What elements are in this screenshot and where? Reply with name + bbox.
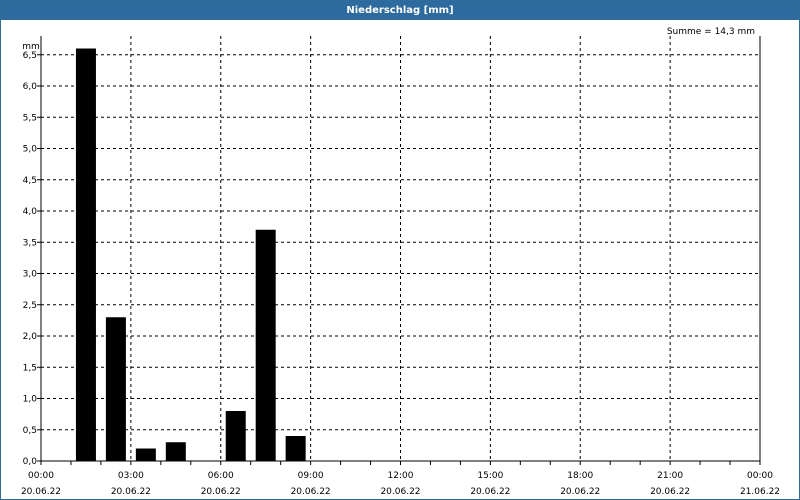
x-tick-time-label: 12:00 — [388, 471, 414, 481]
y-tick-label: 1,5 — [23, 363, 37, 373]
y-tick-label: 2,5 — [23, 301, 37, 311]
x-tick-date-label: 20.06.22 — [291, 487, 331, 497]
y-tick-label: 5,0 — [23, 145, 38, 155]
y-tick-label: 4,5 — [23, 176, 37, 186]
x-tick-time-label: 21:00 — [657, 471, 683, 481]
precipitation-bar — [135, 448, 156, 461]
precipitation-bar — [255, 229, 276, 461]
y-tick-label: 0,5 — [23, 426, 37, 436]
x-tick-time-label: 00:00 — [747, 471, 773, 481]
y-tick-label: 6,5 — [23, 51, 37, 61]
y-tick-label: 0,0 — [23, 457, 38, 467]
x-tick-date-label: 21.06.22 — [740, 487, 780, 497]
x-tick-time-label: 03:00 — [118, 471, 144, 481]
x-tick-time-label: 00:00 — [28, 471, 54, 481]
x-tick-date-label: 20.06.22 — [21, 487, 61, 497]
x-tick-date-label: 20.06.22 — [650, 487, 690, 497]
x-tick-date-label: 20.06.22 — [560, 487, 600, 497]
x-tick-date-label: 20.06.22 — [470, 487, 510, 497]
y-tick-label: 2,0 — [23, 332, 38, 342]
precipitation-bar — [285, 436, 306, 461]
x-tick-date-label: 20.06.22 — [111, 487, 151, 497]
x-tick-time-label: 06:00 — [208, 471, 234, 481]
precipitation-bar — [225, 411, 246, 461]
y-tick-label: 6,0 — [23, 82, 38, 92]
x-tick-time-label: 09:00 — [298, 471, 324, 481]
x-tick-date-label: 20.06.22 — [380, 487, 420, 497]
precipitation-bar — [165, 442, 186, 461]
y-tick-label: 3,5 — [23, 238, 37, 248]
precipitation-bar — [75, 48, 96, 461]
y-tick-label: 4,0 — [23, 207, 38, 217]
precipitation-chart: 0,0 0,5 1,0 1,5 2,0 2,5 3,0 3,5 4,0 4,5 5,0 5,5 6,0 6… — [21, 36, 780, 497]
y-tick-label: 1,0 — [23, 395, 38, 405]
y-tick-label: 3,0 — [23, 270, 38, 280]
x-tick-date-label: 20.06.22 — [201, 487, 241, 497]
precipitation-bar — [105, 317, 126, 461]
chart-window: Niederschlag [mm] 0,0 0,5 1,0 1,5 2,0 2,5 3,0 3… — [0, 0, 800, 500]
x-tick-time-label: 18:00 — [567, 471, 593, 481]
sum-label: Summe = 14,3 mm — [666, 27, 755, 37]
y-tick-label: 5,5 — [23, 113, 37, 123]
y-axis-unit: mm — [22, 42, 40, 52]
x-tick-time-label: 15:00 — [477, 471, 503, 481]
